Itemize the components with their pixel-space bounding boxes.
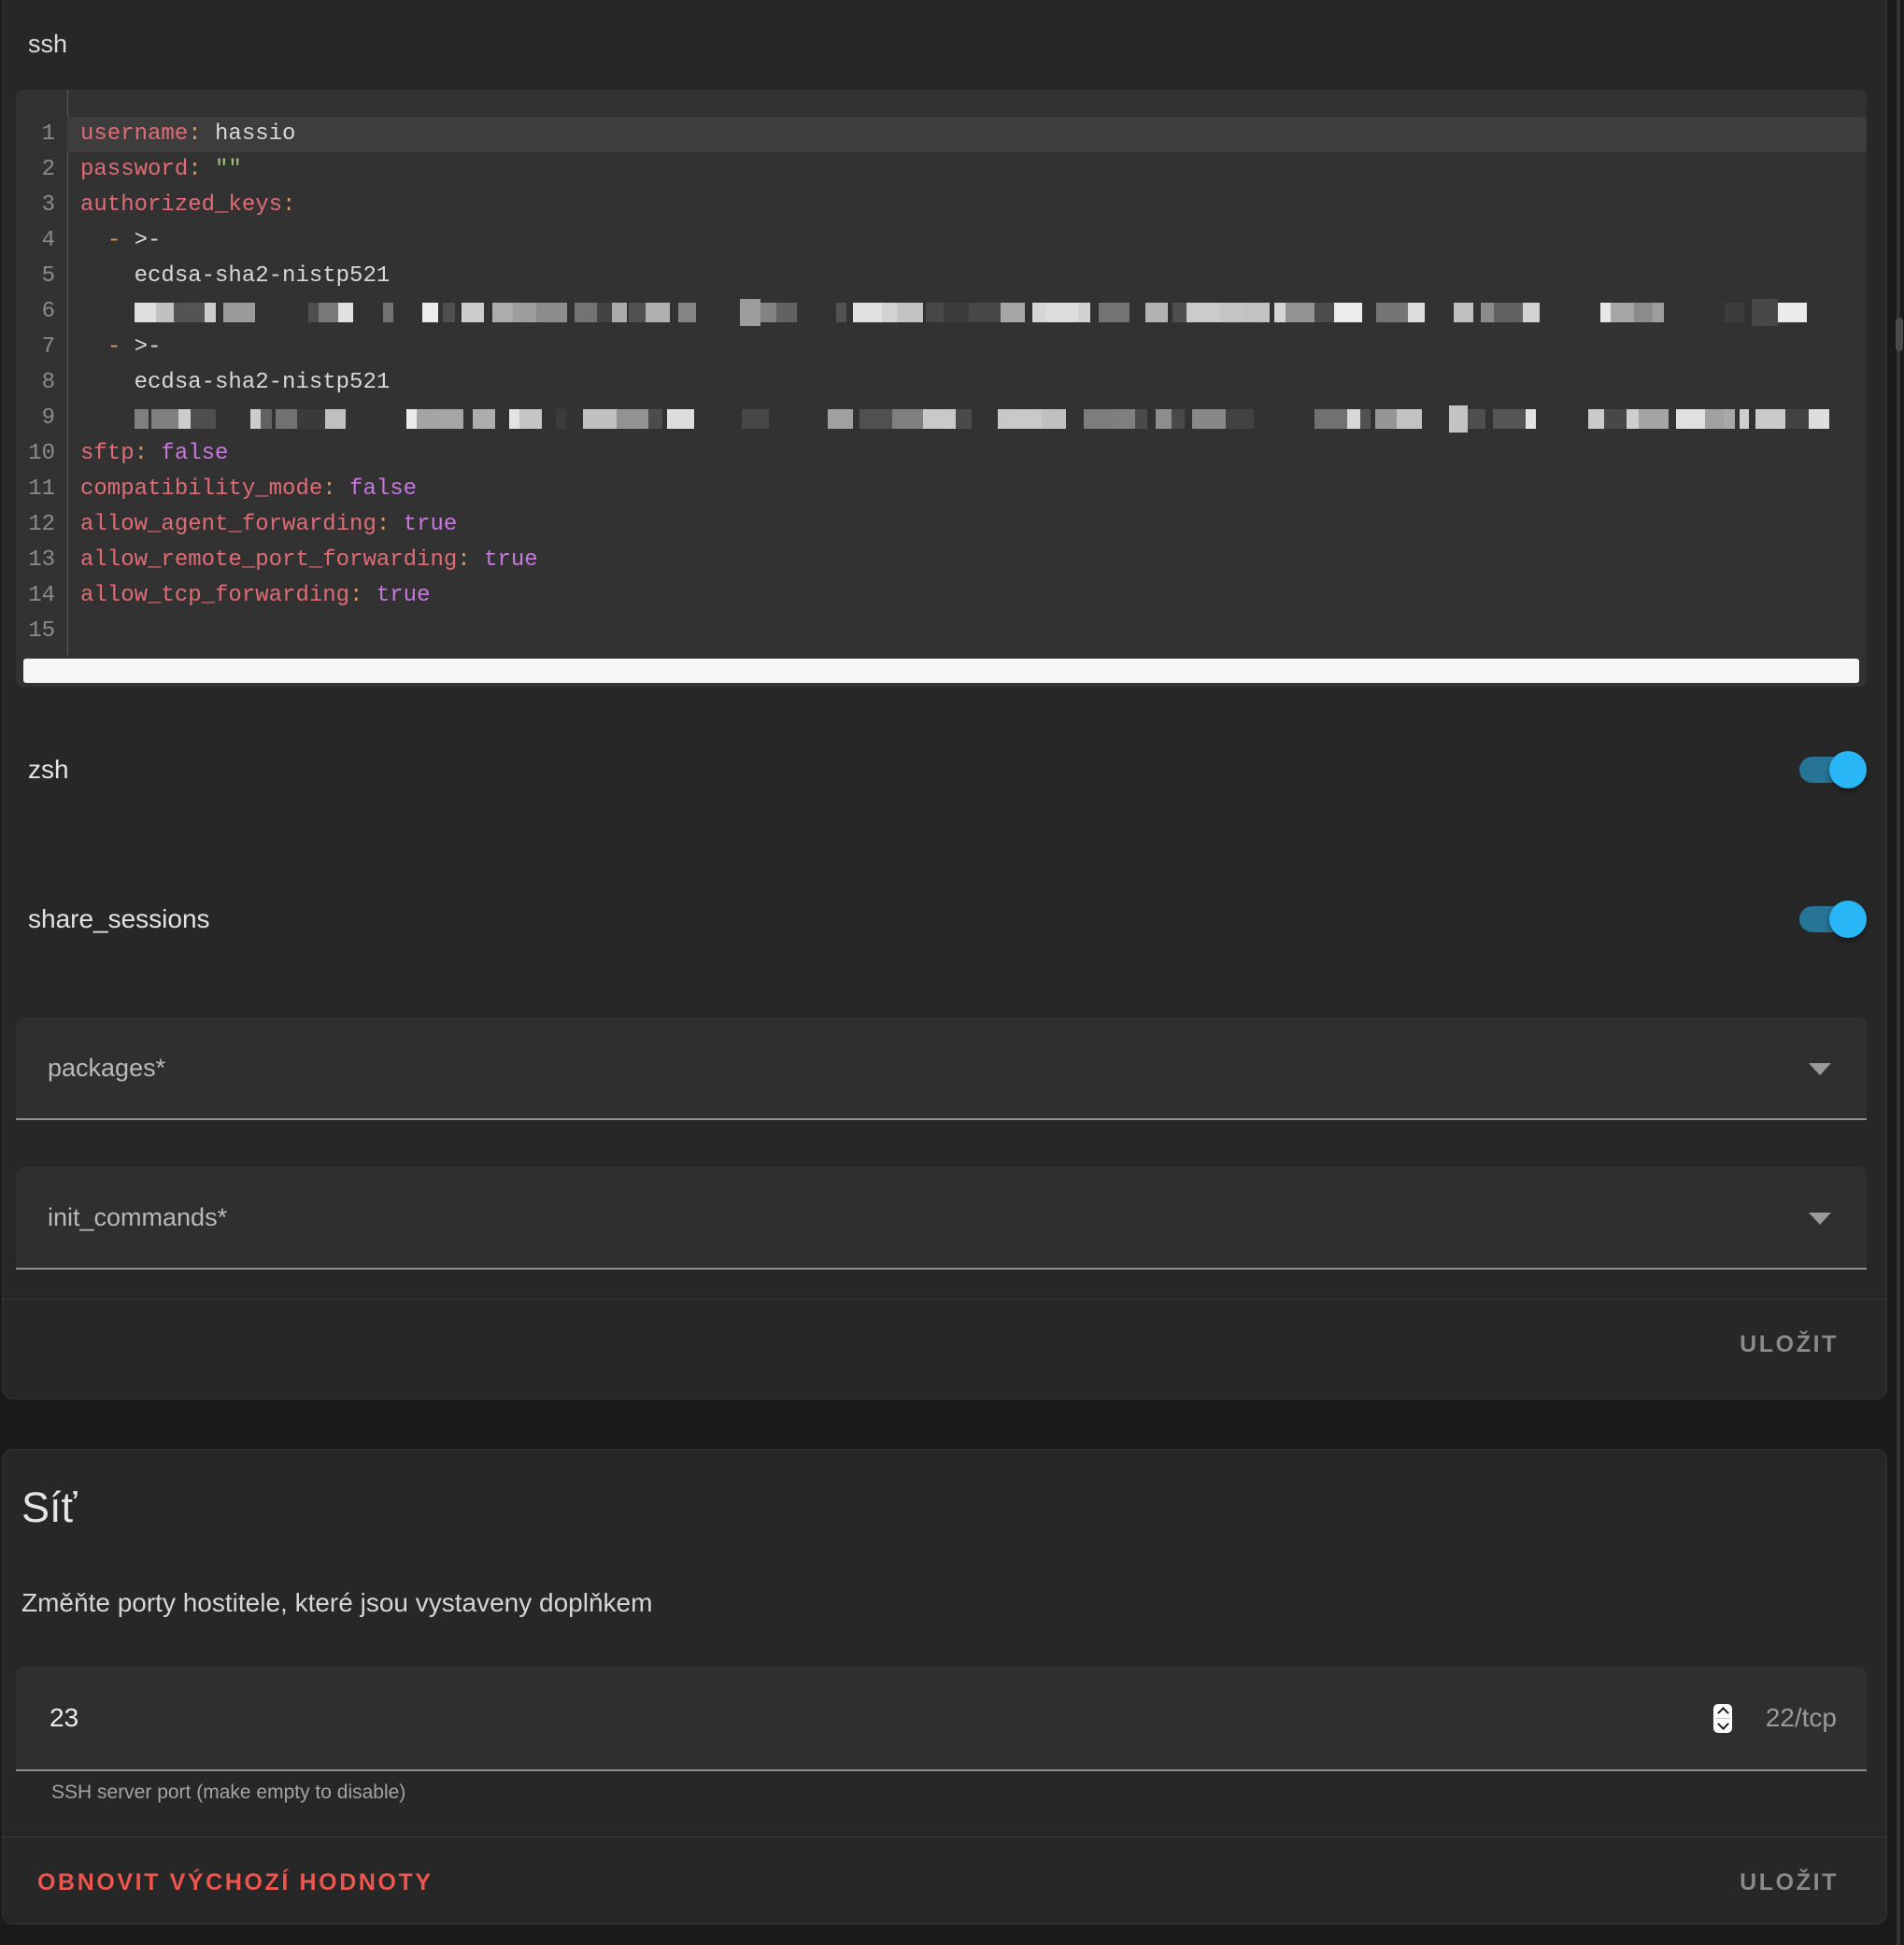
code-line-content: allow_tcp_forwarding: true: [67, 578, 1867, 614]
toggle-thumb: [1829, 751, 1867, 788]
number-stepper[interactable]: [1713, 1704, 1732, 1733]
line-number: 9: [16, 401, 67, 436]
code-line-content: [67, 401, 1867, 436]
init-commands-select[interactable]: init_commands*: [16, 1167, 1867, 1270]
line-number: 10: [16, 436, 67, 472]
code-line-content: [67, 614, 1867, 649]
share-sessions-toggle[interactable]: [1799, 901, 1867, 938]
code-line: 4 - >-: [16, 223, 1867, 259]
line-number: 12: [16, 507, 67, 543]
toggle-thumb: [1829, 901, 1867, 938]
stepper-up-icon[interactable]: [1713, 1704, 1732, 1718]
init-commands-select-label: init_commands*: [48, 1167, 227, 1268]
ssh-port-field: 22/tcp: [16, 1667, 1867, 1771]
redacted-key-pixelation: [135, 294, 1867, 330]
code-line: 9: [16, 401, 1867, 436]
network-section-description: Změňte porty hostitele, které jsou vysta…: [21, 1588, 652, 1618]
line-number: 14: [16, 578, 67, 614]
code-line: 1username: hassio: [16, 117, 1867, 152]
container-port-label: 22/tcp: [1766, 1667, 1837, 1769]
stepper-down-icon[interactable]: [1713, 1719, 1732, 1733]
code-line-content: [67, 294, 1867, 330]
code-line-content: - >-: [67, 223, 1867, 259]
ssh-port-input[interactable]: [50, 1667, 1544, 1769]
code-line: 10sftp: false: [16, 436, 1867, 472]
ssh-option-label: ssh: [28, 30, 67, 59]
line-number: 3: [16, 188, 67, 223]
packages-select-label: packages*: [48, 1017, 165, 1118]
chevron-down-icon: [1809, 1063, 1831, 1075]
packages-select[interactable]: packages*: [16, 1017, 1867, 1120]
line-number: 4: [16, 223, 67, 259]
code-line: 2password: "": [16, 152, 1867, 188]
code-line: 14allow_tcp_forwarding: true: [16, 578, 1867, 614]
line-number: 1: [16, 117, 67, 152]
line-number: 15: [16, 614, 67, 649]
line-number: 13: [16, 543, 67, 578]
line-number: 5: [16, 259, 67, 294]
code-line: 12allow_agent_forwarding: true: [16, 507, 1867, 543]
code-line: 3authorized_keys:: [16, 188, 1867, 223]
line-number: 11: [16, 472, 67, 507]
code-line: 11compatibility_mode: false: [16, 472, 1867, 507]
card-actions-divider: [3, 1837, 1886, 1838]
code-line-content: allow_remote_port_forwarding: true: [67, 543, 1867, 578]
network-card: Síť Změňte porty hostitele, které jsou v…: [2, 1449, 1887, 1924]
line-number: 2: [16, 152, 67, 188]
zsh-option-label: zsh: [28, 755, 69, 785]
line-number: 6: [16, 294, 67, 330]
line-number: 8: [16, 365, 67, 401]
code-line-content: ecdsa-sha2-nistp521: [67, 259, 1867, 294]
code-line: 5 ecdsa-sha2-nistp521: [16, 259, 1867, 294]
code-line-content: ecdsa-sha2-nistp521: [67, 365, 1867, 401]
zsh-toggle[interactable]: [1799, 751, 1867, 788]
redacted-key-pixelation: [135, 401, 1867, 436]
code-line-content: authorized_keys:: [67, 188, 1867, 223]
code-line-content: compatibility_mode: false: [67, 472, 1867, 507]
editor-lines: 1username: hassio2password: ""3authorize…: [16, 117, 1867, 649]
editor-horizontal-scrollbar[interactable]: [23, 659, 1859, 683]
code-line: 8 ecdsa-sha2-nistp521: [16, 365, 1867, 401]
code-line-content: password: "": [67, 152, 1867, 188]
network-section-title: Síť: [21, 1484, 77, 1532]
save-button[interactable]: ULOŽIT: [1734, 1868, 1844, 1897]
chevron-down-icon: [1809, 1213, 1831, 1225]
share-sessions-option-label: share_sessions: [28, 904, 210, 934]
code-line: 6: [16, 294, 1867, 330]
code-line: 13allow_remote_port_forwarding: true: [16, 543, 1867, 578]
code-line-content: allow_agent_forwarding: true: [67, 507, 1867, 543]
code-line-content: sftp: false: [67, 436, 1867, 472]
addon-configuration-page: ssh 1username: hassio2password: ""3autho…: [0, 0, 1904, 1945]
code-line: 7 - >-: [16, 330, 1867, 365]
yaml-code-editor[interactable]: 1username: hassio2password: ""3authorize…: [16, 90, 1867, 687]
line-number: 7: [16, 330, 67, 365]
save-button[interactable]: ULOŽIT: [1734, 1330, 1844, 1359]
configuration-card: ssh 1username: hassio2password: ""3autho…: [2, 0, 1887, 1399]
code-line-content: username: hassio: [67, 117, 1867, 152]
page-scrollbar[interactable]: [1897, 0, 1900, 1945]
ssh-port-helper-text: SSH server port (make empty to disable): [51, 1782, 405, 1804]
code-line-content: - >-: [67, 330, 1867, 365]
code-line: 15: [16, 614, 1867, 649]
reset-defaults-button[interactable]: OBNOVIT VÝCHOZÍ HODNOTY: [32, 1868, 439, 1897]
page-scrollbar-thumb[interactable]: [1896, 318, 1903, 351]
